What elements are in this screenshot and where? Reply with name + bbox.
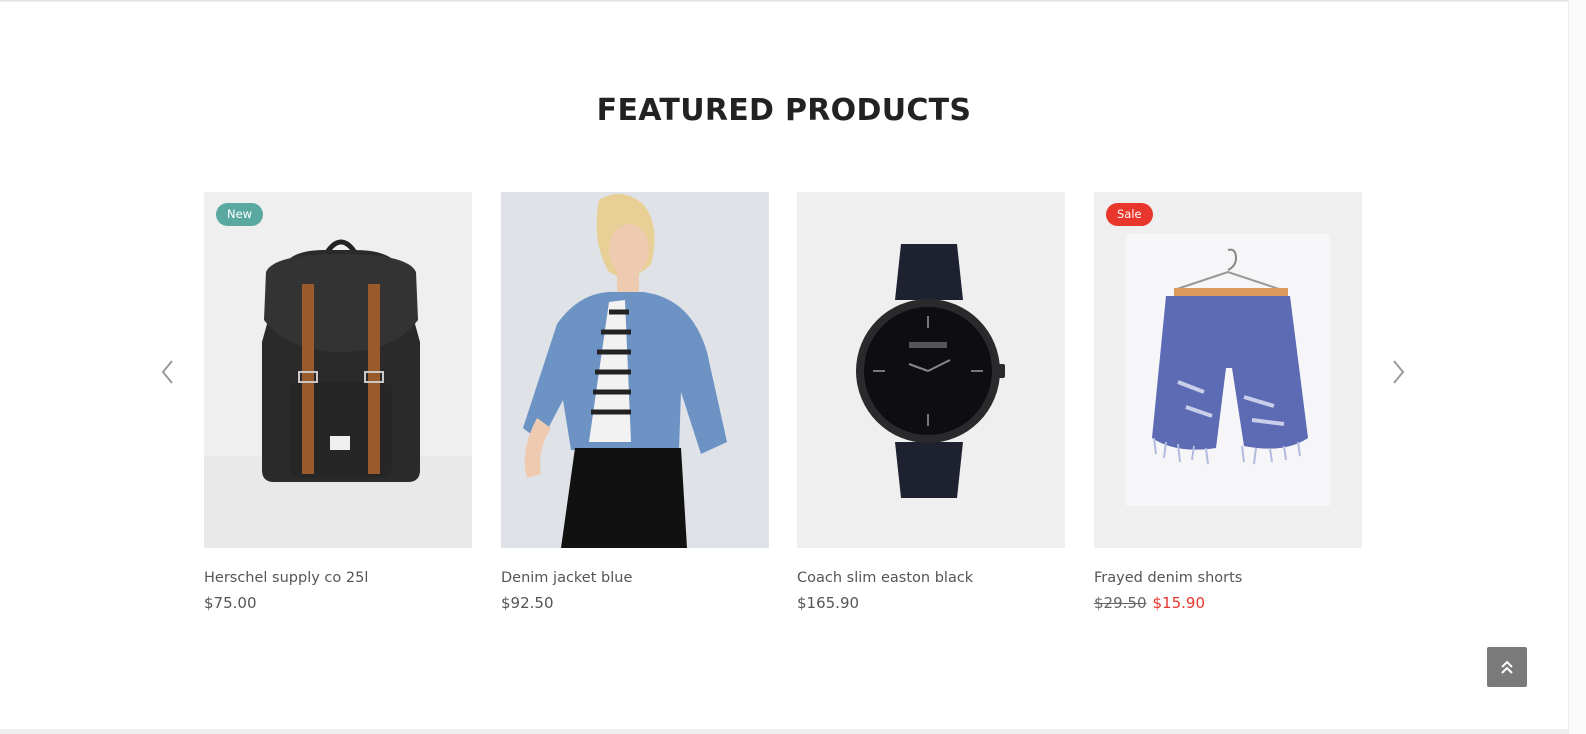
- product-card[interactable]: Denim jacket blue $92.50: [501, 192, 769, 612]
- product-image-link[interactable]: [797, 192, 1065, 548]
- product-price: $29.50 $15.90: [1094, 594, 1362, 612]
- product-price: $92.50: [501, 594, 554, 612]
- footer-edge: [0, 729, 1568, 734]
- back-to-top-button[interactable]: [1487, 647, 1527, 687]
- product-card[interactable]: Coach slim easton black $165.90: [797, 192, 1065, 612]
- new-badge: New: [216, 203, 264, 226]
- product-price: $75.00: [204, 594, 257, 612]
- carousel-next-button[interactable]: [1383, 356, 1413, 388]
- sale-price: $15.90: [1152, 594, 1206, 612]
- product-name-link[interactable]: Coach slim easton black: [797, 570, 1065, 586]
- product-name-link[interactable]: Denim jacket blue: [501, 570, 769, 586]
- double-chevron-up-icon: [1501, 660, 1513, 674]
- backpack-image: [262, 239, 420, 482]
- denim-jacket-model-image: [523, 193, 727, 548]
- product-card[interactable]: New Herschel supply co 25l $75.00: [204, 192, 472, 612]
- chevron-right-icon: [1393, 360, 1405, 384]
- carousel-prev-button[interactable]: [153, 356, 183, 388]
- product-image-link[interactable]: Sale: [1094, 192, 1362, 548]
- product-name-link[interactable]: Frayed denim shorts: [1094, 570, 1362, 586]
- product-card[interactable]: Sale Frayed denim shorts $29.50 $15.90: [1094, 192, 1362, 612]
- section-title: FEATURED PRODUCTS: [596, 93, 972, 128]
- denim-shorts-image: [1152, 248, 1308, 465]
- product-price: $165.90: [797, 594, 860, 612]
- scrollbar[interactable]: [1568, 0, 1586, 734]
- header-shadow: [0, 0, 1568, 2]
- old-price: $29.50: [1094, 594, 1147, 612]
- product-name-link[interactable]: Herschel supply co 25l: [204, 570, 472, 586]
- product-image-link[interactable]: [501, 192, 769, 548]
- chevron-left-icon: [161, 360, 173, 384]
- watch-image: [856, 244, 1005, 498]
- sale-badge: Sale: [1106, 203, 1153, 226]
- product-image-link[interactable]: New: [204, 192, 472, 548]
